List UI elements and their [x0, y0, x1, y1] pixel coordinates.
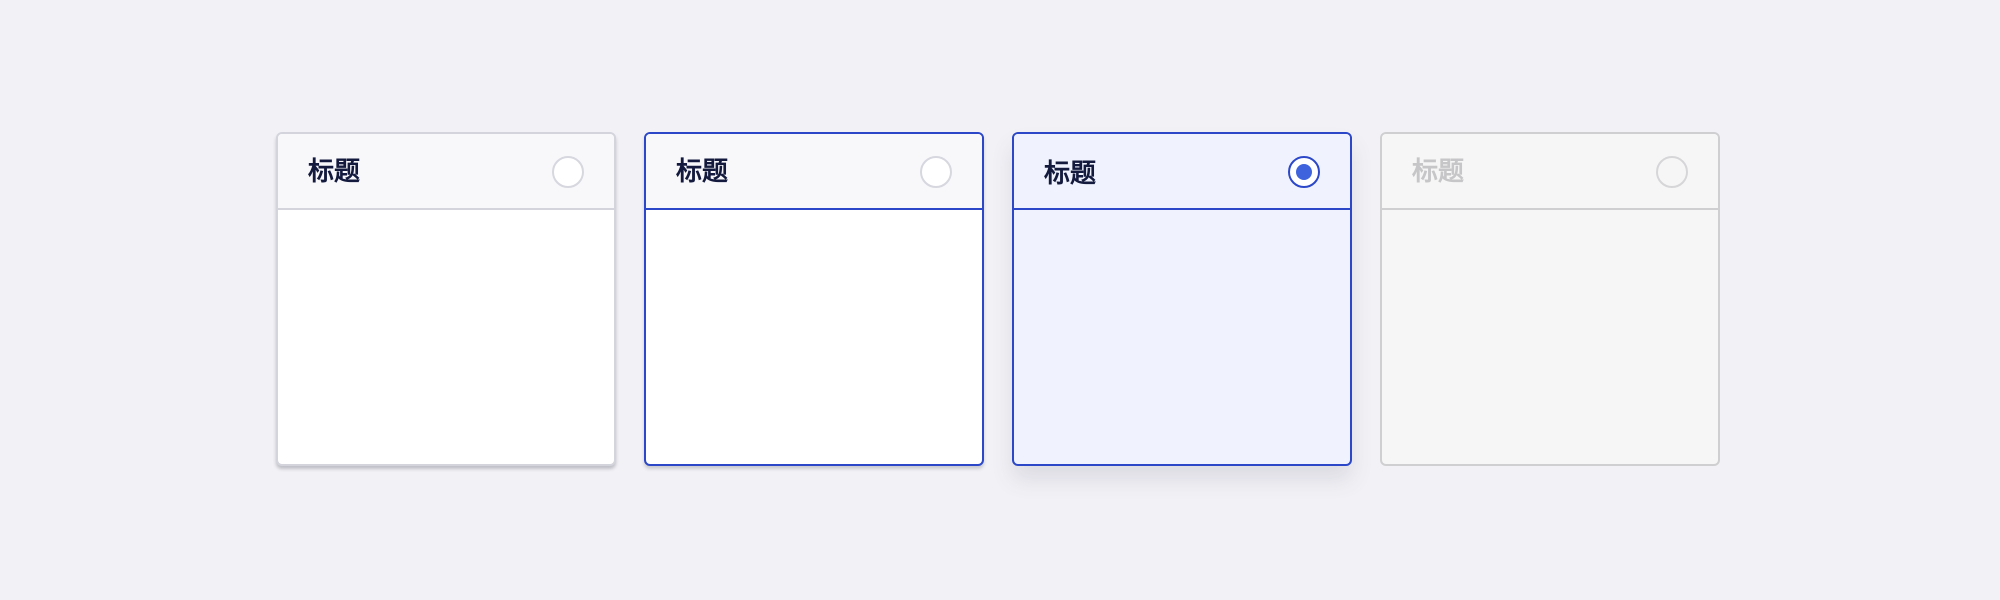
card-header: 标题	[1014, 134, 1350, 210]
radio-dot	[1296, 164, 1312, 180]
selectable-card-disabled: 标题	[1380, 132, 1720, 466]
card-title: 标题	[676, 157, 729, 187]
card-title: 标题	[308, 157, 361, 187]
card-header: 标题	[646, 134, 982, 210]
card-body	[646, 210, 982, 464]
selectable-card-default[interactable]: 标题	[276, 132, 616, 466]
selectable-card-hover[interactable]: 标题	[644, 132, 984, 466]
card-header: 标题	[1382, 134, 1718, 210]
radio-button[interactable]	[920, 156, 952, 188]
radio-button[interactable]	[552, 156, 584, 188]
card-body	[1382, 210, 1718, 464]
card-title: 标题	[1412, 157, 1465, 187]
card-header: 标题	[278, 134, 614, 210]
card-body	[1014, 210, 1350, 464]
selectable-card-selected[interactable]: 标题	[1012, 132, 1352, 466]
card-title: 标题	[1044, 159, 1097, 189]
radio-button-disabled	[1656, 156, 1688, 188]
radio-button-selected[interactable]	[1288, 156, 1320, 188]
card-body	[278, 210, 614, 464]
